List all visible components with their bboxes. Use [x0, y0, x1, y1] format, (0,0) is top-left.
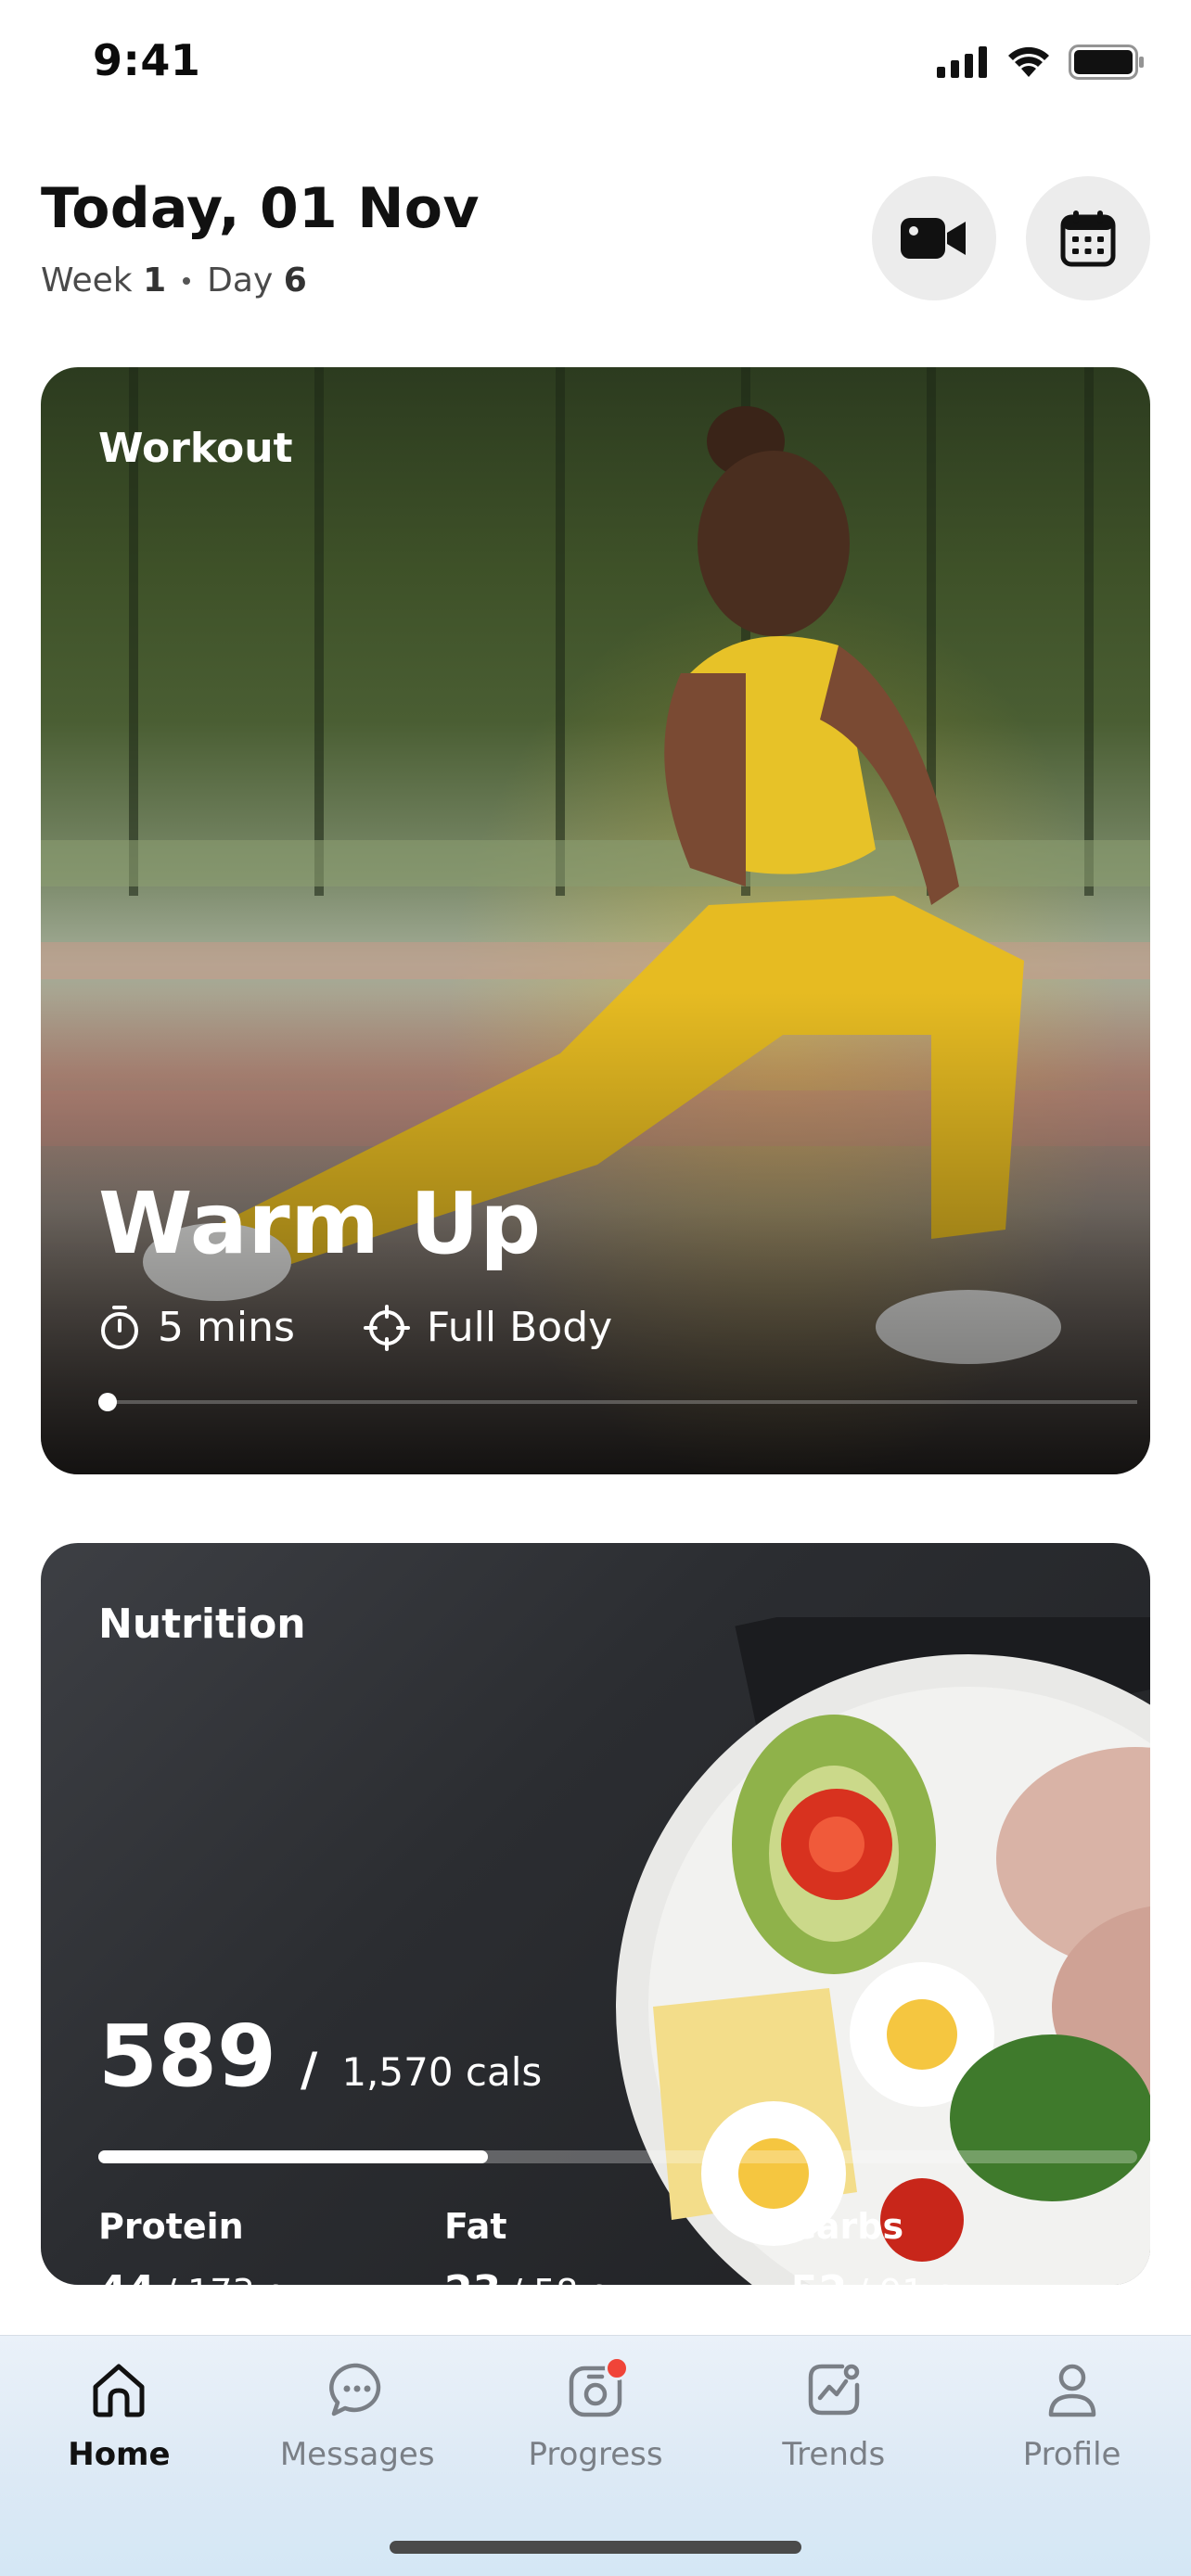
- video-camera-icon: [901, 218, 966, 259]
- macro-name: Protein: [98, 2206, 244, 2247]
- macro-value: 52: [790, 2267, 847, 2285]
- macro-carbs: Carbs 52 / 91 g: [790, 2206, 1136, 2285]
- battery-icon: [1069, 45, 1144, 80]
- macro-goal: / 58 g: [510, 2272, 611, 2285]
- nutrition-card[interactable]: Nutrition 589 / 1,570 cals Protein 44 / 1…: [41, 1543, 1150, 2285]
- workout-meta: 5 mins Full Body: [98, 1304, 612, 1351]
- calorie-summary: 589 / 1,570 cals: [98, 2007, 542, 2106]
- day-label: Day 6: [207, 261, 307, 300]
- workout-title: Warm Up: [98, 1174, 542, 1273]
- macro-goal: / 173 g: [164, 2272, 288, 2285]
- status-icons: [937, 45, 1145, 80]
- status-bar: 9:41: [0, 0, 1191, 130]
- calorie-progress-fill: [98, 2150, 488, 2163]
- macro-fat: Fat 23 / 58 g: [444, 2206, 790, 2285]
- workout-section-label: Workout: [98, 425, 293, 472]
- notification-badge: [604, 2356, 629, 2380]
- workout-focus: Full Body: [363, 1304, 613, 1351]
- tab-bar: Home Messages Progress Trends Profile: [0, 2335, 1191, 2576]
- macro-name: Fat: [444, 2206, 507, 2247]
- food-plate-photo: [616, 1617, 1150, 2285]
- nutrition-section-label: Nutrition: [98, 1600, 306, 1648]
- tab-trends[interactable]: Trends: [714, 2336, 953, 2473]
- video-call-button[interactable]: [872, 176, 996, 300]
- tab-home[interactable]: Home: [0, 2336, 238, 2473]
- calendar-icon: [1060, 210, 1116, 267]
- home-indicator[interactable]: [390, 2541, 801, 2554]
- separator-dot: [183, 276, 191, 285]
- wifi-icon: [1008, 46, 1049, 77]
- crosshair-icon: [363, 1304, 410, 1351]
- stopwatch-icon: [101, 1305, 138, 1349]
- trend-chart-icon: [808, 2364, 860, 2416]
- chat-bubble-icon: [329, 2363, 381, 2417]
- workout-duration: 5 mins: [98, 1304, 295, 1351]
- tab-label: Progress: [528, 2436, 663, 2473]
- week-label: Week 1: [41, 261, 167, 300]
- cellular-signal-icon: [937, 46, 987, 78]
- tab-progress[interactable]: Progress: [477, 2336, 715, 2473]
- calorie-progress-track: [98, 2150, 1137, 2163]
- calories-consumed: 589: [98, 2007, 277, 2106]
- calories-goal: 1,570 cals: [341, 2049, 543, 2095]
- header: Today, 01 Nov Week 1 Day 6: [41, 176, 1150, 315]
- tab-messages[interactable]: Messages: [238, 2336, 477, 2473]
- workout-progress-indicator: [98, 1393, 117, 1411]
- calendar-button[interactable]: [1026, 176, 1150, 300]
- status-time: 9:41: [93, 35, 201, 85]
- macro-name: Carbs: [790, 2206, 904, 2247]
- person-icon: [1048, 2364, 1095, 2417]
- home-icon: [93, 2364, 145, 2417]
- macro-value: 23: [444, 2267, 501, 2285]
- tab-label: Home: [68, 2436, 171, 2473]
- workout-progress-track: [98, 1393, 1137, 1411]
- workout-duration-text: 5 mins: [158, 1304, 295, 1351]
- tab-label: Trends: [782, 2436, 886, 2473]
- workout-card[interactable]: Workout Warm Up 5 mins Full Body: [41, 367, 1150, 1474]
- calories-separator: /: [301, 2043, 318, 2097]
- workout-focus-text: Full Body: [426, 1304, 613, 1351]
- macros-row: Protein 44 / 173 g Fat 23 / 58 g Carbs 52 /…: [98, 2206, 1137, 2285]
- macro-goal: / 91 g: [856, 2272, 957, 2285]
- tab-label: Messages: [279, 2436, 435, 2473]
- macro-protein: Protein 44 / 173 g: [98, 2206, 444, 2285]
- macro-value: 44: [98, 2267, 155, 2285]
- tab-profile[interactable]: Profile: [953, 2336, 1191, 2473]
- tab-label: Profile: [1022, 2436, 1121, 2473]
